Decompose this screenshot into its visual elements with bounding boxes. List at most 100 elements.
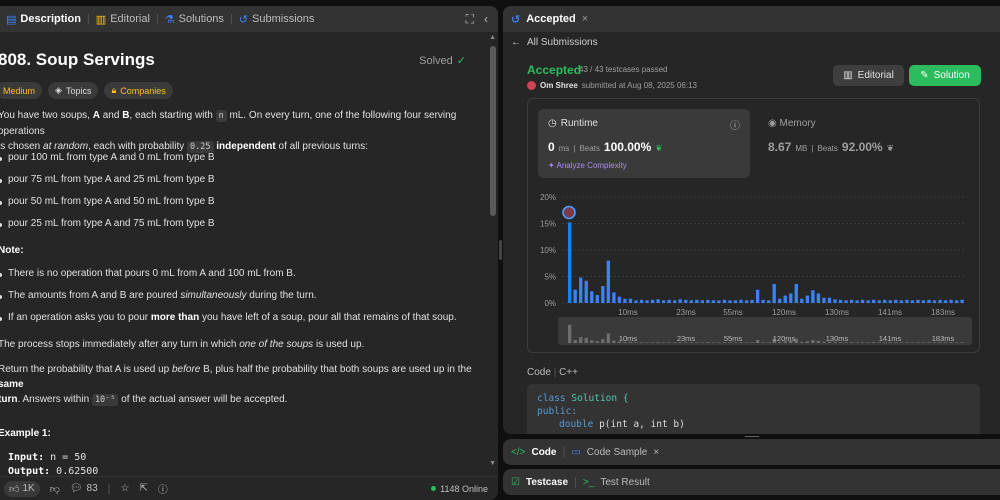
scroll-up-icon[interactable]: ▲	[489, 34, 496, 41]
chart-bar[interactable]	[755, 289, 760, 303]
chart-bar[interactable]	[778, 298, 782, 303]
chart-bar[interactable]	[844, 300, 848, 303]
chart-bar[interactable]	[744, 300, 749, 303]
chart-bar[interactable]	[739, 299, 743, 303]
chart-bar[interactable]	[678, 299, 682, 303]
chart-bar[interactable]	[601, 286, 605, 303]
chart-bar[interactable]	[789, 293, 793, 303]
scrollbar-thumb[interactable]	[490, 46, 496, 216]
chart-bar[interactable]	[717, 300, 721, 303]
tab-description[interactable]: ▤ Description	[0, 6, 87, 32]
chart-bar[interactable]	[590, 291, 594, 303]
chart-bar[interactable]	[855, 300, 859, 303]
scroll-down-icon[interactable]: ▼	[489, 460, 496, 467]
chart-bar[interactable]	[949, 299, 953, 303]
close-icon[interactable]: ×	[653, 447, 659, 458]
resize-handle[interactable]	[745, 436, 759, 437]
chart-bar[interactable]	[927, 299, 931, 303]
chart-bar[interactable]	[866, 300, 870, 303]
tab-submissions[interactable]: ↺ Submissions	[233, 6, 321, 32]
expand-icon[interactable]: ⛶	[466, 12, 474, 27]
tab-code[interactable]: Code	[531, 447, 556, 458]
chart-bar[interactable]	[584, 280, 588, 303]
chart-bar[interactable]	[805, 295, 810, 303]
chart-bar[interactable]	[872, 299, 876, 303]
tab-testcase[interactable]: Testcase	[526, 477, 568, 488]
all-submissions-link[interactable]: ← All Submissions	[511, 37, 598, 48]
chart-bar[interactable]	[689, 300, 693, 303]
chart-bar[interactable]	[722, 299, 727, 303]
chart-bar[interactable]	[916, 299, 920, 303]
chart-bar[interactable]	[639, 299, 644, 303]
chart-bar[interactable]	[623, 298, 627, 303]
topics-tag[interactable]: ◈ Topics	[48, 82, 99, 99]
chart-bar[interactable]	[750, 299, 754, 303]
chevron-left-icon[interactable]: ‹	[484, 12, 488, 27]
like-button[interactable]: 👍︎ 1K	[4, 480, 40, 497]
tab-test-result[interactable]: Test Result	[600, 477, 649, 488]
chart-bar[interactable]	[673, 300, 677, 303]
tab-editorial[interactable]: ▥ Editorial	[90, 6, 156, 32]
chart-bar[interactable]	[684, 299, 688, 303]
chart-bar[interactable]	[733, 300, 738, 303]
help-icon[interactable]: ⓘ	[158, 481, 168, 496]
chart-bar[interactable]	[661, 300, 666, 303]
chart-bar[interactable]	[645, 300, 649, 303]
vertical-resize-handle[interactable]	[499, 240, 502, 260]
chart-bar[interactable]	[860, 299, 865, 303]
chart-bar[interactable]	[888, 300, 892, 303]
thumbs-down-icon[interactable]: 👎︎	[50, 483, 60, 495]
chart-bar[interactable]	[960, 299, 964, 303]
chart-bar[interactable]	[811, 290, 815, 303]
chart-bar[interactable]	[877, 300, 881, 303]
memory-tab[interactable]: ◉ Memory	[768, 118, 816, 129]
chart-bar[interactable]	[568, 222, 572, 303]
chart-bar[interactable]	[833, 299, 837, 303]
chart-bar[interactable]	[772, 283, 776, 303]
avatar[interactable]	[527, 81, 536, 90]
chart-bar[interactable]	[783, 295, 787, 303]
tab-code-sample[interactable]: Code Sample	[587, 447, 648, 458]
chart-bar[interactable]	[767, 300, 771, 303]
chart-bar[interactable]	[761, 299, 765, 303]
chart-bar[interactable]	[612, 292, 616, 303]
chart-bar[interactable]	[656, 299, 660, 303]
chart-bar[interactable]	[883, 299, 887, 303]
close-icon[interactable]: ×	[582, 13, 588, 25]
chart-bar[interactable]	[606, 260, 611, 303]
chart-bar[interactable]	[650, 299, 655, 303]
chart-bar[interactable]	[711, 300, 716, 303]
code-view[interactable]: class Solution { public: double p(int a,…	[527, 384, 980, 434]
chart-bar[interactable]	[816, 293, 821, 303]
chart-bar[interactable]	[910, 300, 915, 303]
chart-bar[interactable]	[573, 289, 577, 303]
chart-bar[interactable]	[894, 299, 898, 303]
chart-bar[interactable]	[954, 300, 959, 303]
share-icon[interactable]: ⇱	[140, 483, 148, 494]
chart-bar[interactable]	[800, 298, 804, 303]
editorial-button[interactable]: ▥ Editorial	[833, 65, 904, 86]
chart-bar[interactable]	[921, 300, 926, 303]
chart-bar[interactable]	[943, 300, 948, 303]
tab-accepted[interactable]: ↺ Accepted ×	[503, 6, 1000, 32]
chart-bar[interactable]	[617, 296, 622, 303]
chart-bar[interactable]	[634, 300, 638, 303]
solution-button[interactable]: ✎ Solution	[909, 65, 981, 86]
username-link[interactable]: Om Shree	[540, 81, 578, 90]
chart-bar[interactable]	[595, 295, 599, 303]
runtime-distribution-chart[interactable]: 0% 5% 10% 15% 20% 10ms 23ms 55ms 120ms 130ms 141m…	[528, 187, 979, 352]
difficulty-badge[interactable]: Medium	[0, 82, 43, 99]
analyze-complexity-link[interactable]: ✦ Analyze Complexity	[548, 161, 627, 170]
chart-bar[interactable]	[700, 300, 704, 303]
comments-button[interactable]: 💬︎ 83	[70, 483, 98, 494]
chart-bar[interactable]	[827, 297, 832, 303]
star-icon[interactable]: ☆	[121, 483, 130, 494]
info-icon[interactable]: ⓘ	[730, 117, 740, 132]
chart-bar[interactable]	[849, 299, 854, 303]
chart-bar[interactable]	[579, 277, 583, 303]
chart-bar[interactable]	[667, 299, 671, 303]
chart-bar[interactable]	[628, 298, 633, 303]
chart-bar[interactable]	[822, 297, 826, 303]
chart-bar[interactable]	[706, 299, 710, 303]
runtime-card[interactable]: ◷ Runtime ⓘ 0 ms | Beats 100.00% ❦ ✦ Anal…	[538, 109, 750, 178]
